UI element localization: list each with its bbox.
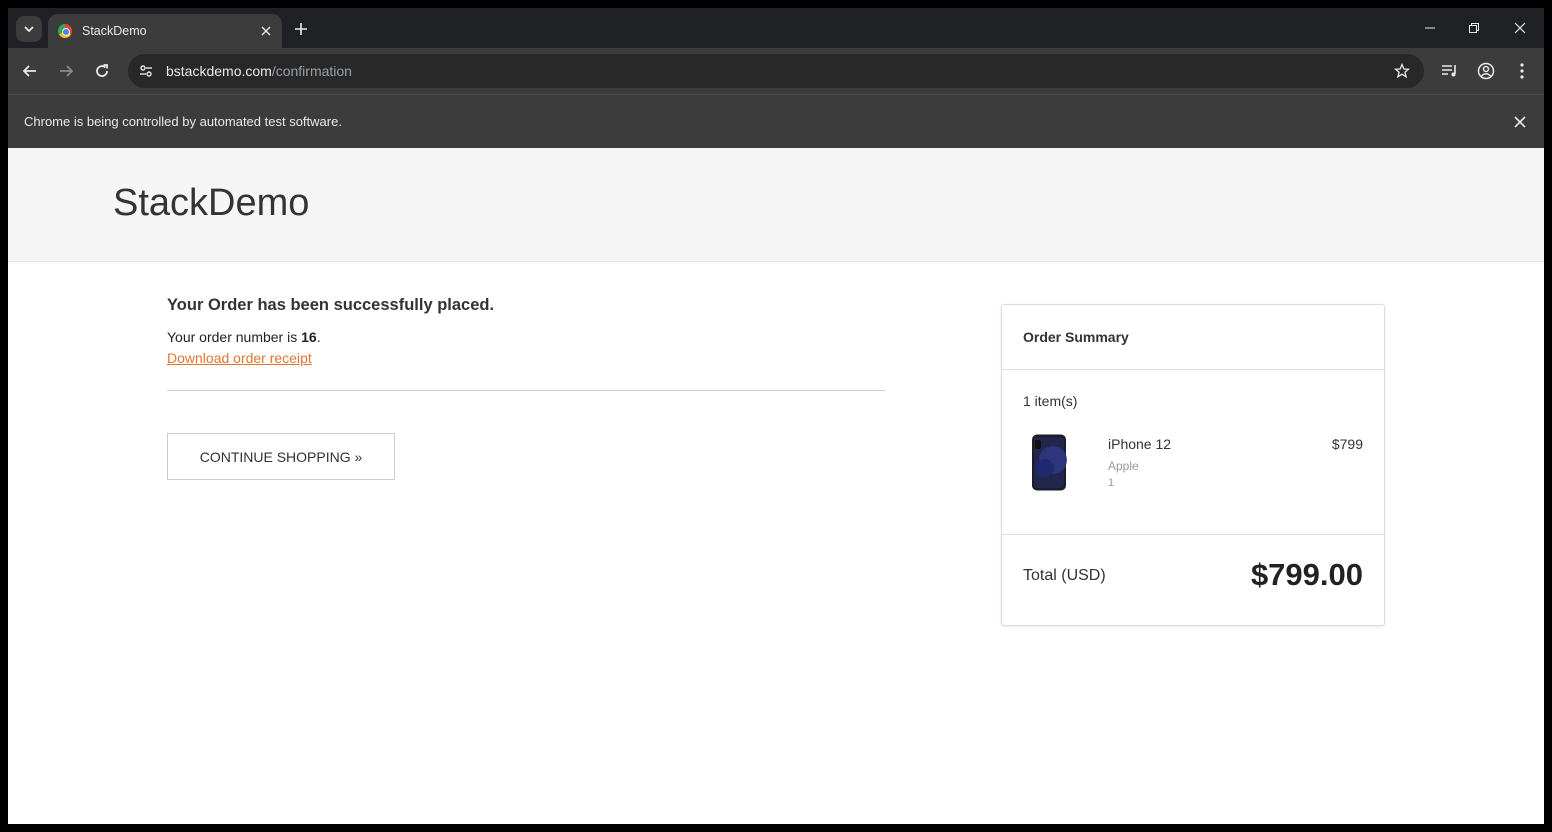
order-number-line: Your order number is 16.: [167, 329, 885, 345]
total-label: Total (USD): [1023, 567, 1106, 584]
favicon-icon: [58, 24, 72, 38]
site-header: StackDemo: [8, 148, 1544, 262]
tab-close-icon[interactable]: [254, 19, 278, 43]
url-text: bstackdemo.com/confirmation: [166, 63, 1388, 79]
infobar-message: Chrome is being controlled by automated …: [24, 114, 342, 129]
list-item: iPhone 12 Apple 1 $799: [1023, 434, 1363, 496]
site-info-icon[interactable]: [134, 59, 158, 83]
chevron-down-icon: [24, 26, 34, 33]
browser-window: StackDemo bstackdemo.com/confirmation Ch…: [8, 8, 1544, 824]
item-count: 1 item(s): [1023, 393, 1078, 409]
url-host: bstackdemo.com: [166, 63, 272, 79]
order-summary-items: 1 item(s) iPhone 12 Apple 1 $799: [1002, 370, 1384, 535]
automation-infobar: Chrome is being controlled by automated …: [8, 94, 1544, 148]
close-icon: [1514, 22, 1526, 34]
continue-shopping-button[interactable]: CONTINUE SHOPPING »: [167, 433, 395, 480]
restore-button[interactable]: [1451, 8, 1497, 48]
playlist-icon: [1442, 65, 1456, 77]
page-content: StackDemo Your Order has been successful…: [8, 148, 1544, 824]
tab-search-button[interactable]: [16, 16, 42, 42]
order-number: 16: [301, 329, 317, 345]
order-summary-card: Order Summary 1 item(s) iPhone 12 Apple …: [1001, 304, 1385, 626]
infobar-close-icon[interactable]: [1506, 108, 1534, 136]
profile-icon: [1477, 62, 1495, 80]
iphone-thumbnail-icon: [1032, 434, 1067, 491]
address-bar[interactable]: bstackdemo.com/confirmation: [128, 54, 1424, 88]
new-tab-button[interactable]: [288, 16, 314, 42]
order-number-prefix: Your order number is: [167, 329, 302, 345]
bookmark-star-icon[interactable]: [1388, 57, 1416, 85]
success-heading: Your Order has been successfully placed.: [167, 296, 495, 314]
tab-title: StackDemo: [82, 24, 147, 38]
arrow-left-icon: [22, 65, 36, 77]
total-value: $799.00: [1250, 557, 1363, 592]
menu-button[interactable]: [1508, 57, 1536, 85]
download-receipt-link[interactable]: Download order receipt: [167, 350, 312, 366]
minimize-icon: [1425, 27, 1435, 29]
profile-button[interactable]: [1472, 57, 1500, 85]
kebab-menu-icon: [1520, 63, 1524, 79]
product-brand: Apple: [1108, 459, 1139, 473]
order-summary-title: Order Summary: [1002, 305, 1384, 370]
arrow-right-icon: [60, 65, 74, 77]
minimize-button[interactable]: [1407, 8, 1453, 48]
product-price: $799: [1331, 436, 1363, 452]
site-logo[interactable]: StackDemo: [113, 182, 309, 225]
media-controls-button[interactable]: [1436, 57, 1464, 85]
forward-button[interactable]: [52, 57, 80, 85]
tab-strip: StackDemo: [8, 8, 1544, 48]
product-name: iPhone 12: [1108, 436, 1172, 452]
reload-icon: [96, 64, 108, 77]
order-number-suffix: .: [316, 329, 321, 345]
divider: [167, 390, 885, 391]
tab-stackdemo[interactable]: StackDemo: [48, 14, 282, 48]
product-quantity: 1: [1108, 477, 1115, 489]
url-path: /confirmation: [271, 63, 352, 79]
restore-icon: [1469, 23, 1479, 33]
confirmation-panel: Your Order has been successfully placed.…: [167, 296, 885, 480]
close-window-button[interactable]: [1497, 8, 1543, 48]
back-button[interactable]: [16, 57, 44, 85]
browser-toolbar: bstackdemo.com/confirmation: [8, 48, 1544, 94]
plus-icon: [295, 23, 307, 35]
reload-button[interactable]: [88, 57, 116, 85]
